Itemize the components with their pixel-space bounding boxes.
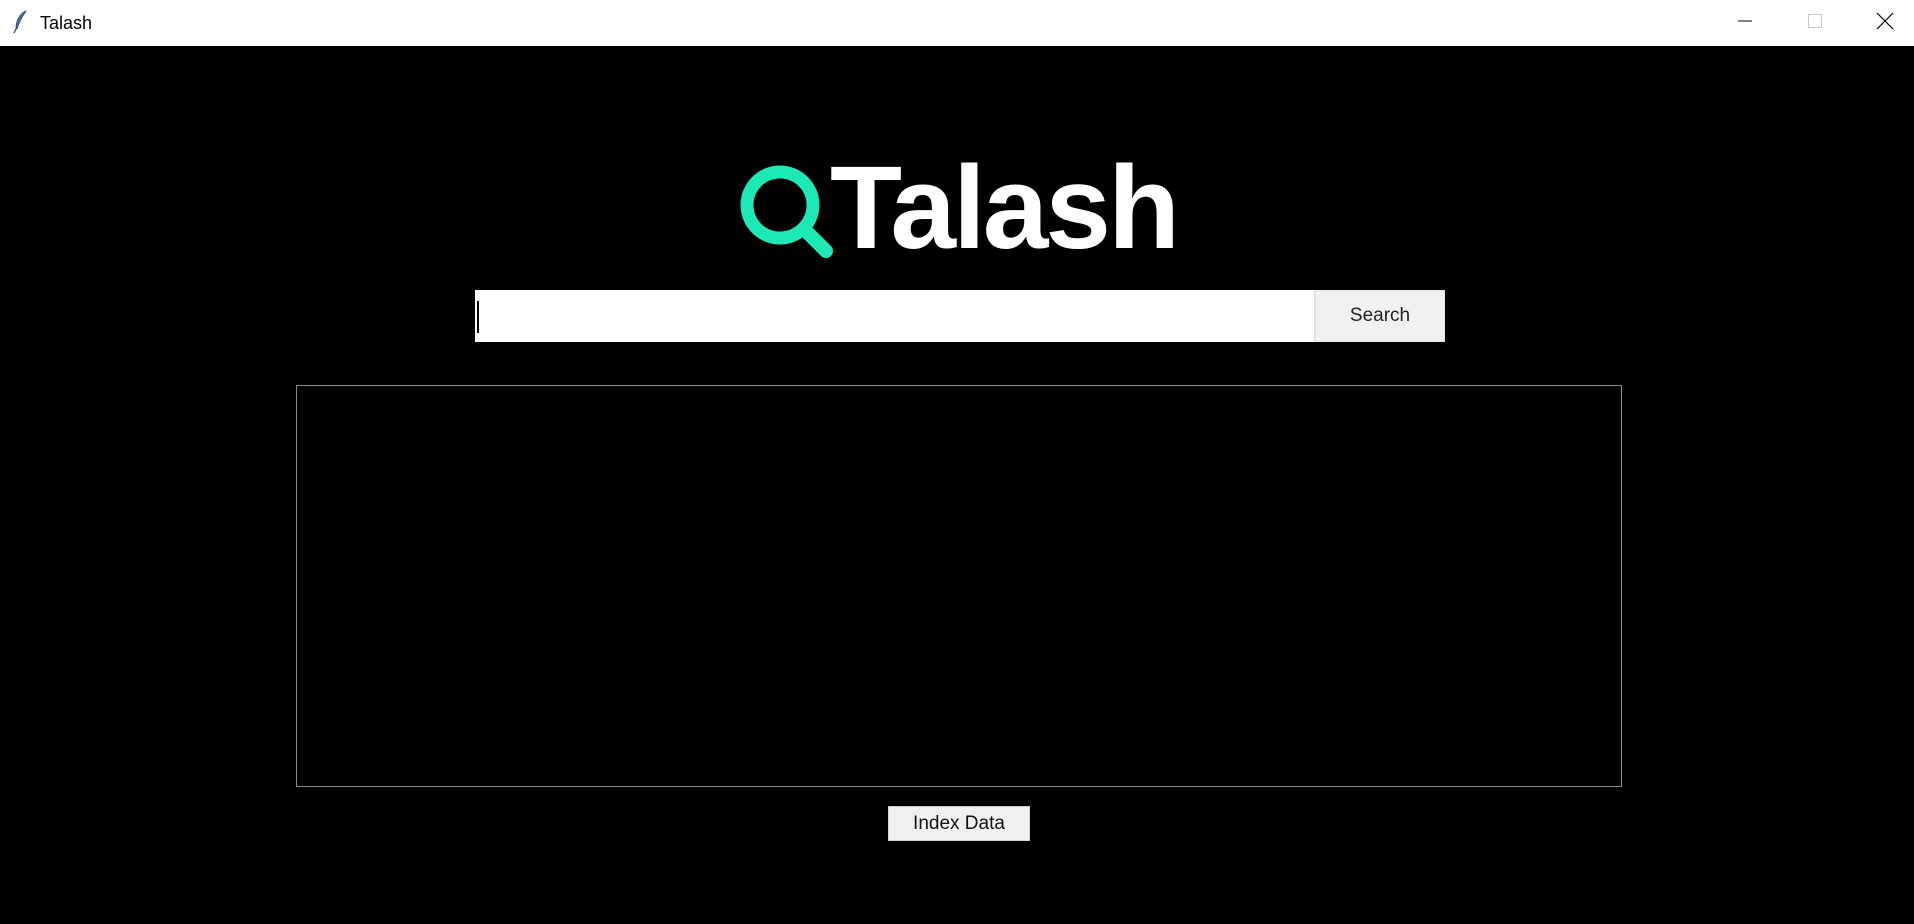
app-window: Talash Talash Search Index Data xyxy=(0,0,1914,924)
search-button[interactable]: Search xyxy=(1315,290,1445,342)
close-icon xyxy=(1876,12,1894,35)
maximize-icon xyxy=(1807,13,1823,34)
window-title: Talash xyxy=(40,13,93,33)
talash-logo: Talash xyxy=(736,149,1184,267)
minimize-button[interactable] xyxy=(1710,0,1780,46)
text-caret xyxy=(477,301,479,333)
feather-icon xyxy=(13,10,29,34)
maximize-button[interactable] xyxy=(1780,0,1850,46)
logo-wordmark: Talash xyxy=(830,142,1180,274)
magnifier-icon xyxy=(736,161,836,261)
title-bar[interactable]: Talash xyxy=(0,0,1914,46)
close-button[interactable] xyxy=(1850,0,1914,46)
results-panel[interactable] xyxy=(296,385,1622,787)
index-data-button[interactable]: Index Data xyxy=(888,806,1030,841)
search-bar: Search xyxy=(473,290,1445,342)
search-input[interactable] xyxy=(473,290,1315,342)
minimize-icon xyxy=(1737,13,1753,34)
